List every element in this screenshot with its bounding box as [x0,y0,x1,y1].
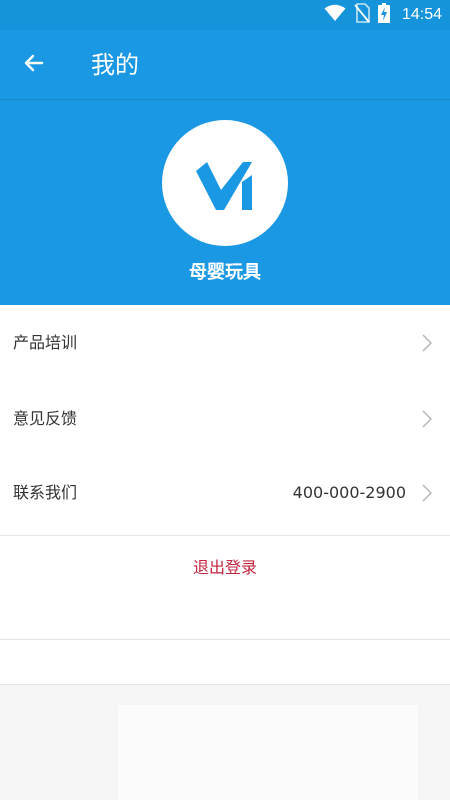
wifi-icon [324,4,346,26]
chevron-right-icon [422,334,433,356]
avatar[interactable] [162,120,288,246]
store-name: 母婴玩具 [189,262,261,283]
menu-item-label: 意见反馈 [13,409,78,428]
menu-item-contact-us[interactable]: 联系我们 400-000-2900 [0,455,450,531]
empty-section [0,639,450,685]
status-time: 14:54 [401,6,442,23]
arrow-left-icon [22,51,46,79]
bottom-area [0,685,450,800]
menu-item-product-training[interactable]: 产品培训 [0,305,450,381]
chevron-right-icon [422,484,433,506]
app-bar: 我的 [0,30,450,100]
contact-phone: 400-000-2900 [292,483,406,502]
bottom-decoration [118,705,418,800]
status-icons: 14:54 [324,0,442,30]
chevron-right-icon [422,410,433,432]
battery-charging-icon [377,3,390,27]
menu-item-label: 联系我们 [13,483,78,502]
logout-section: 退出登录 [0,535,450,639]
menu-list: 产品培训 意见反馈 联系我们 400-000-2900 [0,305,450,535]
logout-button[interactable]: 退出登录 [125,550,325,586]
page-title: 我的 [91,51,139,79]
menu-item-label: 产品培训 [13,333,78,352]
menu-item-feedback[interactable]: 意见反馈 [0,381,450,457]
brand-logo [180,136,270,230]
status-bar: 14:54 [0,0,450,30]
no-sim-icon [354,3,370,27]
profile-header: 母婴玩具 [0,100,450,305]
back-button[interactable] [14,45,54,85]
